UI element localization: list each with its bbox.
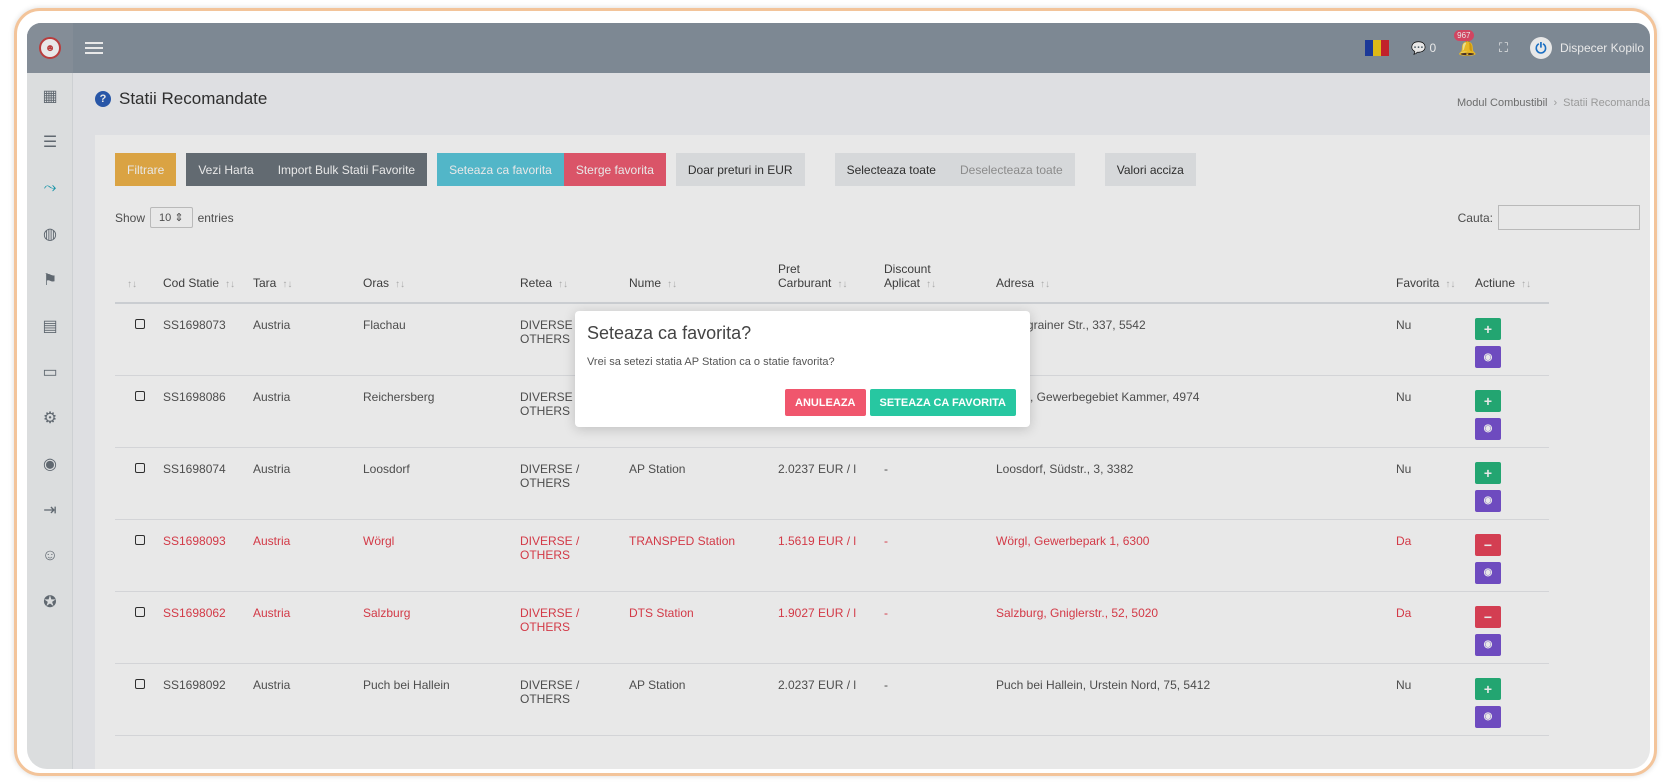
device-frame: ☻ 💬 0 967 🔔 ⛶ ⏻ Dispecer Kopilo ▦ ☰ ⤳ ◍ ⚑… — [14, 8, 1657, 776]
cancel-button[interactable]: ANULEAZA — [785, 389, 866, 416]
dialog-message: Vrei sa setezi statia AP Station ca o st… — [587, 356, 835, 368]
confirm-favorite-button[interactable]: SETEAZA CA FAVORITA — [869, 389, 1016, 416]
app-screen: ☻ 💬 0 967 🔔 ⛶ ⏻ Dispecer Kopilo ▦ ☰ ⤳ ◍ ⚑… — [27, 23, 1650, 769]
confirm-dialog: Seteaza ca favorita? Vrei sa setezi stat… — [575, 311, 1030, 427]
dialog-title: Seteaza ca favorita? — [587, 323, 752, 343]
